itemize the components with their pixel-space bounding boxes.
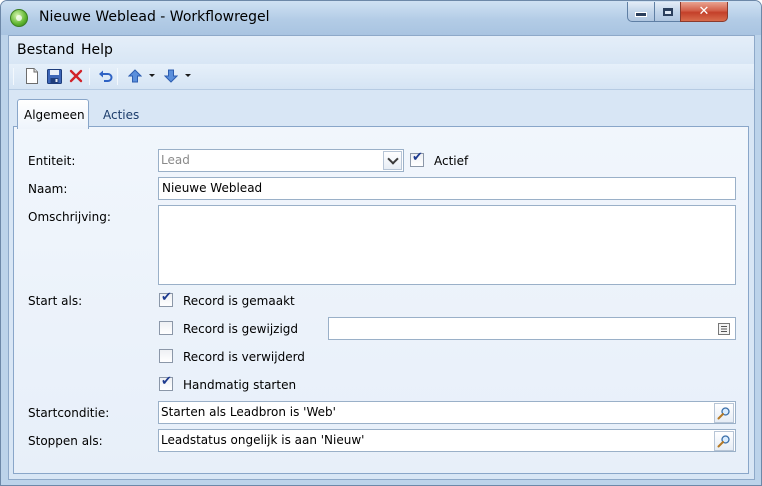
active-label: Actief bbox=[434, 154, 469, 168]
menu-help[interactable]: Help bbox=[81, 42, 113, 58]
app-icon[interactable] bbox=[10, 9, 28, 27]
record-deleted-checkbox[interactable] bbox=[159, 349, 173, 363]
stop-when-value: Leadstatus ongelijk is aan 'Nieuw' bbox=[161, 433, 365, 447]
close-button[interactable]: ✕ bbox=[680, 2, 728, 22]
name-value: Nieuwe Weblead bbox=[162, 181, 263, 195]
list-icon bbox=[718, 323, 730, 335]
move-down-dropdown-arrow[interactable] bbox=[184, 73, 191, 80]
move-down-button[interactable] bbox=[162, 67, 180, 85]
toolbar-separator bbox=[13, 68, 14, 85]
new-document-icon bbox=[26, 68, 38, 84]
menu-bestand[interactable]: Bestand bbox=[17, 42, 74, 58]
window-title: Nieuwe Weblead - Workflowregel bbox=[39, 9, 270, 25]
stop-when-edit-button[interactable] bbox=[714, 431, 734, 451]
start-condition-value: Starten als Leadbron is 'Web' bbox=[161, 405, 336, 419]
tab-label: Algemeen bbox=[24, 107, 85, 122]
toolbar bbox=[9, 64, 754, 90]
description-label: Omschrijving: bbox=[28, 210, 111, 224]
minimize-icon bbox=[635, 12, 647, 17]
save-icon bbox=[46, 68, 62, 84]
start-condition-edit-button[interactable] bbox=[714, 403, 734, 423]
entity-label: Entiteit: bbox=[28, 154, 76, 168]
record-changed-checkbox[interactable] bbox=[159, 321, 173, 335]
menu-bar: Bestand Help bbox=[9, 36, 754, 64]
description-textarea[interactable] bbox=[158, 205, 736, 285]
record-deleted-label: Record is verwijderd bbox=[183, 350, 305, 364]
delete-button[interactable] bbox=[67, 67, 85, 85]
start-condition-label: Startconditie: bbox=[28, 406, 110, 420]
name-input[interactable]: Nieuwe Weblead bbox=[158, 177, 736, 200]
entity-value: Lead bbox=[161, 153, 190, 167]
tab-algemeen[interactable]: Algemeen bbox=[17, 99, 89, 129]
maximize-button[interactable] bbox=[654, 2, 681, 22]
save-button[interactable] bbox=[45, 67, 63, 85]
chevron-down-icon[interactable] bbox=[383, 151, 402, 170]
active-checkbox[interactable] bbox=[410, 150, 424, 167]
search-edit-icon bbox=[717, 407, 730, 420]
stop-when-label: Stoppen als: bbox=[28, 434, 103, 448]
name-label: Naam: bbox=[28, 182, 68, 196]
field-list-button[interactable] bbox=[714, 319, 734, 339]
move-up-dropdown-arrow[interactable] bbox=[148, 73, 155, 80]
start-condition-input[interactable]: Starten als Leadbron is 'Web' bbox=[158, 401, 736, 424]
arrow-up-icon bbox=[128, 69, 142, 83]
entity-select[interactable]: Lead bbox=[158, 149, 404, 172]
manual-start-checkbox[interactable] bbox=[159, 374, 173, 391]
tab-acties[interactable]: Acties bbox=[97, 101, 149, 128]
undo-button[interactable] bbox=[96, 67, 114, 85]
tab-strip: Algemeen Acties bbox=[9, 91, 754, 129]
record-changed-label: Record is gewijzigd bbox=[183, 322, 299, 336]
toolbar-separator bbox=[89, 68, 90, 85]
manual-start-label: Handmatig starten bbox=[183, 378, 297, 392]
application-window: Nieuwe Weblead - Workflowregel ✕ Bestand… bbox=[0, 0, 762, 486]
close-icon: ✕ bbox=[698, 4, 710, 19]
minimize-button[interactable] bbox=[627, 2, 655, 22]
tab-label: Acties bbox=[103, 107, 140, 122]
stop-when-input[interactable]: Leadstatus ongelijk is aan 'Nieuw' bbox=[158, 429, 736, 452]
search-edit-icon bbox=[717, 435, 730, 448]
new-button[interactable] bbox=[23, 67, 41, 85]
changed-fields-input[interactable] bbox=[328, 317, 736, 340]
undo-icon bbox=[98, 70, 112, 82]
move-up-button[interactable] bbox=[126, 67, 144, 85]
delete-icon bbox=[69, 69, 83, 83]
record-created-label: Record is gemaakt bbox=[183, 294, 295, 308]
toolbar-separator bbox=[117, 68, 118, 85]
record-created-checkbox[interactable] bbox=[159, 290, 173, 307]
arrow-down-icon bbox=[164, 69, 178, 83]
start-as-label: Start als: bbox=[28, 294, 83, 308]
window-client-area: Bestand Help Algemeen Acties Entiteit: L… bbox=[8, 35, 755, 480]
maximize-icon bbox=[662, 7, 673, 16]
tab-panel-algemeen: Entiteit: Lead Actief Naam: Nieuwe Weble… bbox=[13, 126, 749, 474]
title-bar[interactable]: Nieuwe Weblead - Workflowregel ✕ bbox=[1, 1, 761, 35]
